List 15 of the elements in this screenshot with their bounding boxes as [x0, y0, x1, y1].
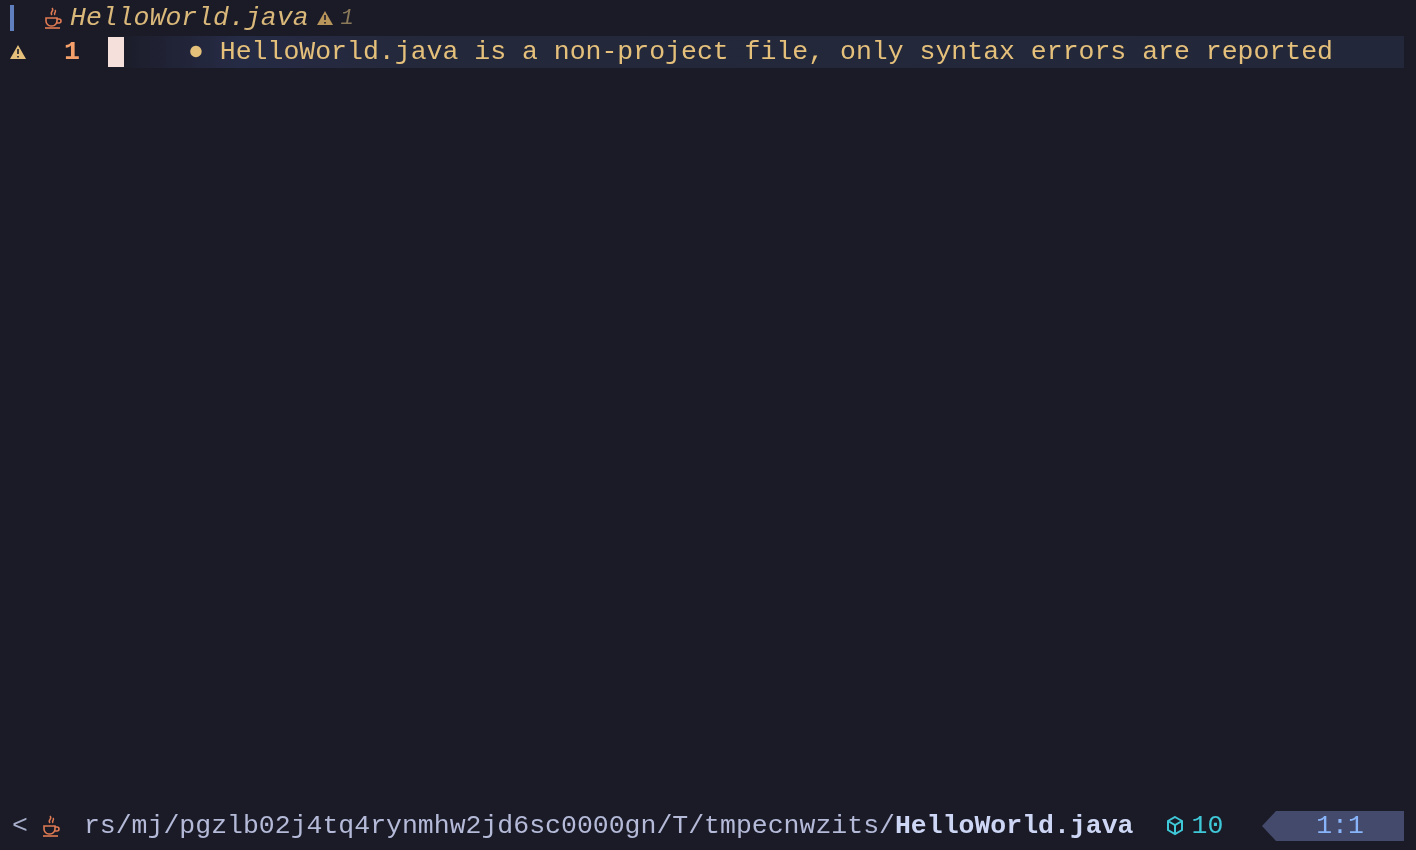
coffee-cup-icon — [41, 815, 60, 837]
package-count: 10 — [1191, 811, 1224, 841]
coffee-cup-icon — [44, 7, 62, 29]
warning-icon — [316, 11, 333, 25]
warning-count: 1 — [340, 5, 354, 31]
arrow-tab-icon — [1262, 811, 1276, 841]
cube-icon — [1165, 816, 1184, 836]
diagnostic-message: ● HelloWorld.java is a non-project file, only syntax errors are reported — [188, 37, 1333, 67]
cursor — [108, 37, 124, 67]
file-tab-title[interactable]: HelloWorld.java — [70, 3, 309, 33]
back-button[interactable]: < — [12, 811, 28, 841]
warning-icon — [10, 45, 26, 59]
line-number: 1 — [64, 37, 80, 67]
file-name: HelloWorld.java — [894, 811, 1134, 841]
file-path: rs/mj/pgzlb02j4tq4rynmhw2jd6sc0000gn/T/tmpecnwzits/ — [83, 811, 895, 841]
